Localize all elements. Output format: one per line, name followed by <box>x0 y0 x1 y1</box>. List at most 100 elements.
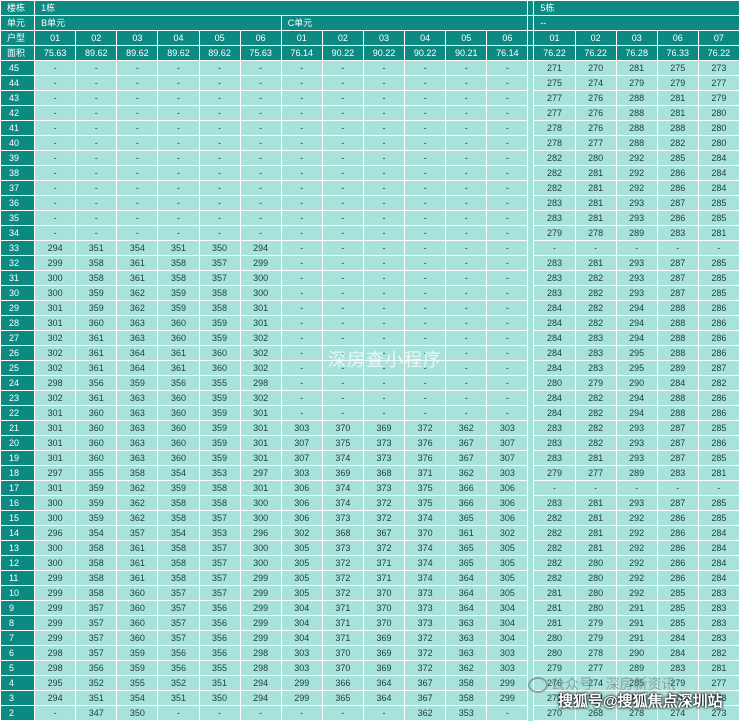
price-cell: 352 <box>157 675 200 691</box>
price-cell: 274 <box>656 705 699 721</box>
type-cell: 02 <box>321 30 364 46</box>
price-cell: 283 <box>533 450 576 466</box>
price-cell: 305 <box>486 540 529 556</box>
price-cell: 357 <box>116 525 159 541</box>
price-cell: 361 <box>157 360 200 376</box>
price-cell: 302 <box>34 345 77 361</box>
price-cell: - <box>75 165 118 181</box>
price-cell: - <box>321 375 364 391</box>
price-cell: - <box>34 225 77 241</box>
price-cell: 284 <box>697 180 740 196</box>
floor-label: 31 <box>0 270 36 286</box>
floor-label: 32 <box>0 255 36 271</box>
price-cell: 282 <box>533 540 576 556</box>
price-cell: 361 <box>116 255 159 271</box>
price-cell: 284 <box>697 540 740 556</box>
price-cell: 279 <box>574 375 617 391</box>
price-cell: - <box>362 150 406 166</box>
price-cell: 358 <box>157 510 200 526</box>
floor-label: 35 <box>0 210 36 226</box>
table-row: 15 300 359 362 358 357 300 306 373 372 374 365 306 28… <box>0 510 740 526</box>
price-cell: - <box>404 135 447 151</box>
price-cell: 374 <box>404 570 447 586</box>
price-cell: - <box>574 480 617 496</box>
floor-label: 38 <box>0 165 36 181</box>
type-cell: 06 <box>656 30 699 46</box>
price-cell: - <box>239 90 282 106</box>
price-cell: - <box>280 405 323 421</box>
price-cell: 288 <box>615 135 658 151</box>
price-cell: - <box>445 105 488 121</box>
price-cell: - <box>321 225 364 241</box>
price-cell: - <box>280 375 323 391</box>
price-cell: 302 <box>239 345 282 361</box>
price-cell: 288 <box>656 390 699 406</box>
price-cell: 287 <box>656 450 699 466</box>
price-cell: 284 <box>697 570 740 586</box>
price-cell: 288 <box>615 120 658 136</box>
price-cell: - <box>404 240 447 256</box>
price-cell: 363 <box>116 330 159 346</box>
price-cell: 295 <box>615 345 658 361</box>
table-row: 35- - - - - - - - - - - -283 281 293 286 285 <box>0 210 740 226</box>
price-cell: 376 <box>404 450 447 466</box>
price-cell: 300 <box>239 555 282 571</box>
price-cell: - <box>362 255 406 271</box>
price-cell: - <box>697 480 740 496</box>
price-cell: - <box>445 210 488 226</box>
price-cell: 285 <box>697 255 740 271</box>
price-cell: 300 <box>239 510 282 526</box>
price-cell: - <box>404 60 447 76</box>
price-cell: 280 <box>533 630 576 646</box>
price-cell: 276 <box>574 90 617 106</box>
type-row: 户型 01 02 03 04 05 06 01 02 03 04 05 06 01 02 03 06 07 <box>0 30 740 46</box>
table-row: 43- - - - - - - - - - - -277 276 288 281 279 <box>0 90 740 106</box>
table-row: 7 299 357 360 357 356 299 304 371 369 372 363 304 280… <box>0 630 740 646</box>
price-cell: 293 <box>615 435 658 451</box>
price-cell: 280 <box>574 555 617 571</box>
price-cell: 286 <box>656 555 699 571</box>
price-cell: - <box>116 120 159 136</box>
price-cell: - <box>404 105 447 121</box>
table-row: 28 301 360 363 360 359 301- - - - - -284 282 294 288 28… <box>0 315 740 331</box>
price-cell: 358 <box>445 690 488 706</box>
price-cell: 301 <box>239 435 282 451</box>
price-cell: 285 <box>697 270 740 286</box>
price-cell: 280 <box>697 135 740 151</box>
floor-label: 37 <box>0 180 36 196</box>
price-cell: - <box>404 255 447 271</box>
price-cell: 301 <box>239 420 282 436</box>
area-cell: 76.14 <box>486 45 529 61</box>
price-cell: 362 <box>116 495 159 511</box>
price-cell: 280 <box>697 120 740 136</box>
price-cell: 286 <box>656 525 699 541</box>
price-cell: 375 <box>321 435 364 451</box>
price-cell: 355 <box>116 675 159 691</box>
price-cell: - <box>280 270 323 286</box>
floor-label: 39 <box>0 150 36 166</box>
price-cell: 283 <box>697 630 740 646</box>
price-cell: 293 <box>615 495 658 511</box>
price-cell: 276 <box>574 120 617 136</box>
price-cell: - <box>486 345 529 361</box>
price-cell: - <box>445 135 488 151</box>
floor-label: 40 <box>0 135 36 151</box>
price-cell: 301 <box>34 315 77 331</box>
floor-label: 18 <box>0 465 36 481</box>
right-building-name: 5栋 <box>533 0 740 16</box>
table-row: 18 297 355 358 354 353 297 303 369 368 371 362 303 27… <box>0 465 740 481</box>
price-cell: 282 <box>574 285 617 301</box>
price-cell: - <box>34 150 77 166</box>
floor-label: 44 <box>0 75 36 91</box>
price-cell: 285 <box>656 600 699 616</box>
price-cell: - <box>321 240 364 256</box>
price-cell: 281 <box>697 225 740 241</box>
price-cell: 279 <box>656 75 699 91</box>
price-cell: 357 <box>75 615 118 631</box>
price-cell: 301 <box>34 450 77 466</box>
area-cell: 90.21 <box>445 45 488 61</box>
price-cell: - <box>198 150 241 166</box>
price-cell: 354 <box>157 465 200 481</box>
price-cell: - <box>280 180 323 196</box>
price-cell: - <box>157 90 200 106</box>
